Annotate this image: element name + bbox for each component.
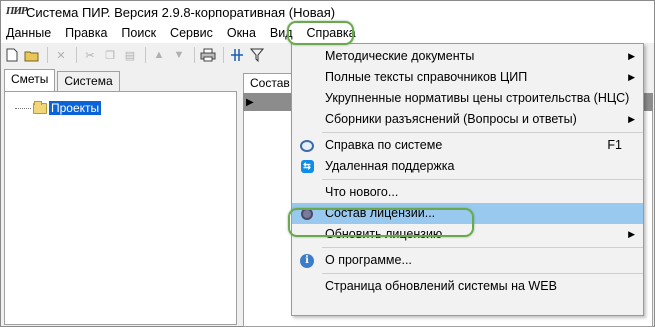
menu-item-label: Обновить лицензию [325,227,443,241]
menu-view[interactable]: Вид [263,23,300,43]
delete-icon[interactable]: ✕ [52,46,70,64]
folder-icon [33,100,47,114]
left-tabs: Сметы Система [1,69,239,91]
toolbar-separator [145,47,146,63]
menu-item-full-texts[interactable]: Полные тексты справочников ЦИП ▶ [292,67,643,88]
filter-icon[interactable] [248,46,266,64]
app-logo-icon: ПИР [6,7,28,17]
toolbar-separator [223,47,224,63]
row-indicator-icon: ▶ [246,97,254,108]
license-icon [299,206,315,221]
submenu-arrow-icon: ▶ [628,72,635,82]
menu-windows[interactable]: Окна [220,23,263,43]
help-icon [299,138,315,153]
window-title: Система ПИР. Версия 2.9.8-корпоративная … [26,4,336,20]
columns-icon[interactable] [228,46,246,64]
menu-item-web-updates[interactable]: Страница обновлений системы на WEB [292,276,643,297]
open-folder-icon[interactable] [23,46,41,64]
menu-item-remote-support[interactable]: ⇆ Удаленная поддержка [292,156,643,177]
menu-bar: Данные Правка Поиск Сервис Окна Вид Спра… [1,23,654,43]
menu-item-label: Сборники разъяснений (Вопросы и ответы) [325,112,577,126]
left-panel: Сметы Система Проекты [1,69,239,327]
menu-service[interactable]: Сервис [163,23,220,43]
tree-item-projects[interactable]: Проекты [15,100,103,116]
tab-composition[interactable]: Состав [243,73,297,93]
teamviewer-icon: ⇆ [299,159,315,174]
paste-icon[interactable]: ▤ [121,46,139,64]
help-dropdown-menu: Методические документы ▶ Полные тексты с… [291,43,644,316]
menu-item-methodical-docs[interactable]: Методические документы ▶ [292,46,643,67]
title-bar: ПИР Система ПИР. Версия 2.9.8-корпоратив… [1,1,654,23]
menu-search[interactable]: Поиск [114,23,163,43]
menu-item-label: Что нового... [325,185,399,199]
menu-separator [322,132,643,133]
menu-help[interactable]: Справка [300,23,363,43]
menu-item-label: Методические документы [325,49,475,63]
project-tree: Проекты [4,91,237,325]
menu-item-label: Удаленная поддержка [325,159,455,173]
menu-separator [322,273,643,274]
main-window: ПИР Система ПИР. Версия 2.9.8-корпоратив… [0,0,655,327]
tab-system[interactable]: Система [57,71,120,91]
submenu-arrow-icon: ▶ [628,51,635,61]
toolbar-separator [47,47,48,63]
copy-icon[interactable]: ❐ [101,46,119,64]
cut-icon[interactable]: ✂ [81,46,99,64]
menu-data[interactable]: Данные [1,23,58,43]
tree-connector [15,107,31,109]
menu-item-system-help[interactable]: Справка по системе F1 [292,135,643,156]
shortcut-label: F1 [607,138,622,152]
menu-item-label: Укрупненные нормативы цены строительства… [325,91,630,105]
tab-estimates[interactable]: Сметы [4,69,56,91]
menu-item-about[interactable]: i О программе... [292,250,643,271]
menu-item-license-composition[interactable]: Состав лицензии... [292,203,643,224]
menu-separator [322,247,643,248]
menu-item-label: О программе... [325,253,412,267]
submenu-arrow-icon: ▶ [628,114,635,124]
menu-item-label: Полные тексты справочников ЦИП [325,70,528,84]
menu-item-update-license[interactable]: Обновить лицензию ▶ [292,224,643,245]
menu-edit[interactable]: Правка [58,23,114,43]
menu-item-label: Состав лицензии... [325,206,436,220]
new-document-icon[interactable] [3,46,21,64]
menu-item-ncs[interactable]: Укрупненные нормативы цены строительства… [292,88,643,109]
toolbar-separator [76,47,77,63]
arrow-up-icon[interactable]: ▲ [150,46,168,64]
arrow-down-icon[interactable]: ▼ [170,46,188,64]
print-icon[interactable] [199,46,217,64]
toolbar-separator [194,47,195,63]
menu-item-label: Справка по системе [325,138,443,152]
menu-item-whats-new[interactable]: Что нового... [292,182,643,203]
tree-item-label: Проекты [47,100,103,116]
menu-item-label: Страница обновлений системы на WEB [325,279,557,293]
info-icon: i [299,253,315,268]
menu-separator [322,179,643,180]
submenu-arrow-icon: ▶ [628,229,635,239]
menu-item-clarifications[interactable]: Сборники разъяснений (Вопросы и ответы) … [292,109,643,130]
